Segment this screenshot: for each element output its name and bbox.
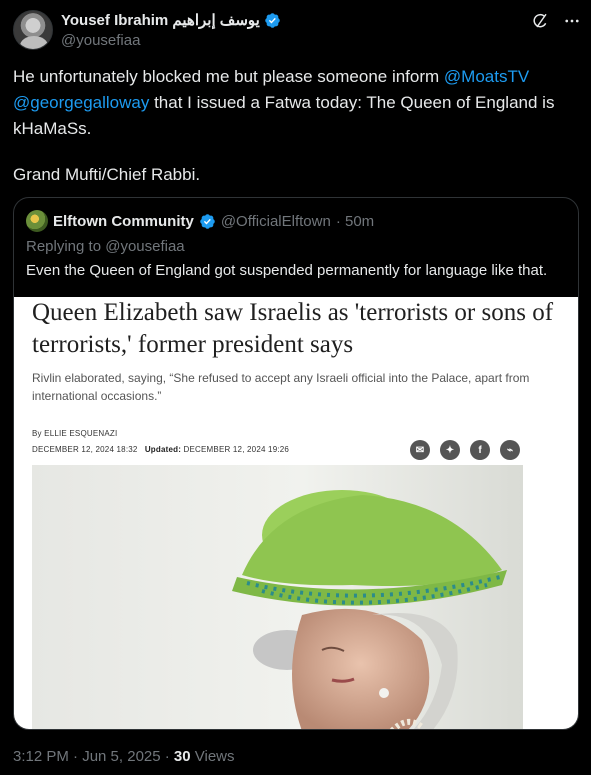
tweet-meta: 3:12 PM · Jun 5, 2025 · 30 Views xyxy=(13,748,235,765)
quoted-author-name[interactable]: Elftown Community xyxy=(53,213,194,230)
quoted-author-handle[interactable]: @OfficialElftown xyxy=(221,213,331,230)
quoted-tweet[interactable]: Elftown Community @OfficialElftown · 50m… xyxy=(13,197,579,730)
facebook-icon: f xyxy=(470,440,490,460)
replying-to: Replying to @yousefiaa xyxy=(26,238,185,255)
author-display-name[interactable]: Yousef Ibrahim يوسف إبراهيم xyxy=(61,11,260,29)
article-dates: DECEMBER 12, 2024 18:32 Updated: DECEMBE… xyxy=(32,445,289,454)
queen-photo-illustration xyxy=(232,490,507,729)
verified-badge-icon xyxy=(200,213,215,229)
messenger-icon: ⌁ xyxy=(500,440,520,460)
grok-icon[interactable] xyxy=(531,12,549,30)
quoted-tweet-text: Even the Queen of England got suspended … xyxy=(26,262,548,279)
author-handle[interactable]: @yousefiaa xyxy=(61,32,140,49)
article-updated: DECEMBER 12, 2024 19:26 xyxy=(183,445,290,454)
tweet-text: He unfortunately blocked me but please s… xyxy=(13,64,573,188)
article-subheadline: Rivlin elaborated, saying, “She refused … xyxy=(32,371,530,403)
article-published: DECEMBER 12, 2024 18:32 xyxy=(32,445,138,454)
author-name-row: Yousef Ibrahim يوسف إبراهيم xyxy=(61,11,281,29)
share-icons: ✉ ✦ f ⌁ xyxy=(410,440,520,460)
quoted-tweet-time[interactable]: · 50m xyxy=(336,213,374,230)
mention-link[interactable]: @MoatsTV xyxy=(444,67,529,86)
quoted-author-avatar[interactable] xyxy=(26,210,48,232)
article-updated-label: Updated: xyxy=(144,445,182,454)
more-icon[interactable] xyxy=(563,12,581,30)
tweet-timestamp[interactable]: 3:12 PM · Jun 5, 2025 · xyxy=(13,748,174,765)
author-avatar[interactable] xyxy=(13,10,53,50)
tweet-text-part: He unfortunately blocked me but please s… xyxy=(13,67,444,86)
article-headline: Queen Elizabeth saw Israelis as 'terrori… xyxy=(32,299,554,358)
twitter-icon: ✦ xyxy=(440,440,460,460)
tweet-header: Yousef Ibrahim يوسف إبراهيم @yousefiaa xyxy=(13,10,581,54)
tweet-signature: Grand Mufti/Chief Rabbi. xyxy=(13,165,201,184)
views-count: 30 xyxy=(173,748,191,765)
email-icon: ✉ xyxy=(410,440,430,460)
views-label: Views xyxy=(190,748,235,765)
verified-badge-icon xyxy=(265,12,280,28)
article-photo xyxy=(32,465,523,729)
mention-link[interactable]: @georgegalloway xyxy=(13,93,149,112)
article-byline: By ELLIE ESQUENAZI xyxy=(32,429,118,438)
article-screenshot[interactable]: Queen Elizabeth saw Israelis as 'terrori… xyxy=(14,297,578,729)
quoted-tweet-header: Elftown Community @OfficialElftown · 50m xyxy=(26,210,374,232)
